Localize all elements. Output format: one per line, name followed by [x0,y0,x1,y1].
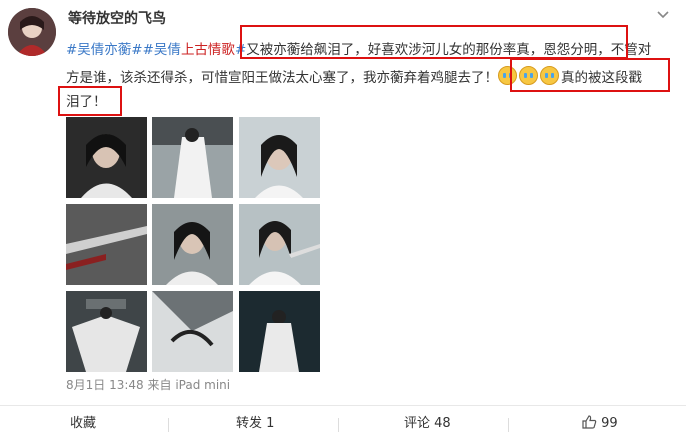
source-link[interactable]: iPad mini [175,378,230,392]
photo-thumbnail[interactable] [152,291,233,372]
comment-button[interactable]: 评论 48 [404,406,451,442]
hashtag-link[interactable]: #吴倩上古情歌# [143,42,247,58]
source-prefix: 来自 [147,378,172,392]
favorite-label: 收藏 [70,416,97,431]
hashtag-link[interactable]: #吴倩亦蘅# [66,42,143,58]
divider [168,418,169,432]
post-meta: 8月1日 13:48 来自 iPad mini [66,376,230,393]
action-bar: 收藏 转发 1 评论 48 99 [0,405,686,442]
divider [508,418,509,432]
photo-thumbnail[interactable] [66,204,147,285]
repost-label: 转发 1 [236,416,275,431]
timestamp-link[interactable]: 8月1日 13:48 [66,378,144,392]
comment-label: 评论 48 [404,416,451,431]
repost-button[interactable]: 转发 1 [236,406,274,442]
highlight-box [58,86,122,116]
photo-thumbnail[interactable] [239,291,320,372]
favorite-button[interactable]: 收藏 [70,406,96,442]
like-count: 99 [601,416,618,431]
photo-thumbnail[interactable] [239,204,320,285]
photo-thumbnail[interactable] [66,117,147,198]
highlight-box [240,25,628,59]
divider [338,418,339,432]
thumbs-up-icon [582,415,597,429]
avatar[interactable] [8,8,56,56]
photo-thumbnail[interactable] [66,291,147,372]
username[interactable]: 等待放空的飞鸟 [68,8,166,28]
post-text-line: 方是谁，该杀还得杀，可惜宣阳王做法太心塞了，我亦蘅弃着鸡腿去了！ [66,70,498,86]
like-button[interactable]: 99 [582,406,618,442]
photo-thumbnail[interactable] [152,117,233,198]
chevron-down-icon[interactable] [656,8,670,22]
photo-thumbnail[interactable] [239,117,320,198]
photo-thumbnail[interactable] [152,204,233,285]
highlight-box [510,58,670,92]
